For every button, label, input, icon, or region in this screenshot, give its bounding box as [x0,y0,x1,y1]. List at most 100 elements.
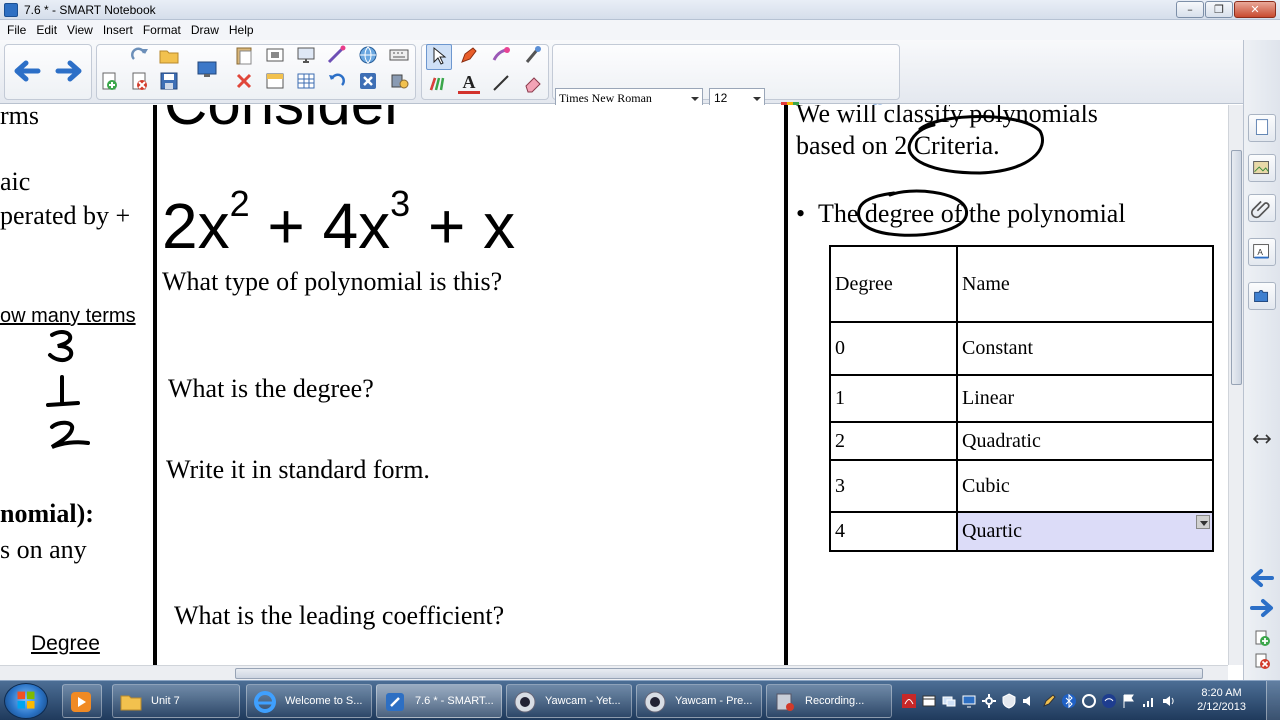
page-sorter-tab[interactable] [1248,114,1276,142]
volume-icon[interactable] [1161,693,1177,709]
menu-edit[interactable]: Edit [31,23,62,37]
s-on-any-fragment: s on any [0,535,87,564]
pen-tool-icon[interactable] [458,44,480,66]
screen-capture-icon[interactable] [264,44,286,66]
eraser-icon[interactable] [522,72,544,94]
next-page-icon[interactable] [1249,598,1275,618]
table-menu-handle[interactable] [1196,515,1210,529]
select-tool-button[interactable] [426,44,452,70]
redo-icon[interactable] [128,44,150,66]
flag-icon[interactable] [1121,693,1137,709]
addons-tab[interactable] [1248,282,1276,310]
consider-heading: Consider [164,105,404,138]
screen-shade-toggle-icon[interactable] [264,70,286,92]
notebook-page-canvas[interactable]: rms aic perated by + ow many terms nomia… [0,105,1228,665]
degree-name-table[interactable]: Degree Name 0 Constant 1 Linear 2 Quadra… [829,245,1214,552]
network-icon[interactable] [941,693,957,709]
delete-icon[interactable] [233,70,255,92]
menu-file[interactable]: File [2,23,31,37]
edit-icon[interactable] [1041,693,1057,709]
security-icon[interactable] [1001,693,1017,709]
settings-icon[interactable] [981,693,997,709]
previous-page-icon[interactable] [1249,568,1275,588]
degree-link[interactable]: Degree [31,632,100,656]
table-row-selected[interactable]: 4 Quartic [829,511,1214,552]
expand-panel-icon[interactable] [1253,432,1271,446]
question-degree: What is the degree? [168,374,374,403]
circle-icon[interactable] [1081,693,1097,709]
paste-icon[interactable] [233,44,255,66]
taskbar-label: Unit 7 [151,695,180,707]
close-button[interactable]: ✕ [1234,1,1276,18]
bluetooth-icon[interactable] [1061,693,1077,709]
polynomial-fragment: nomial): [0,499,94,528]
media-player-taskbar-button[interactable] [62,684,102,718]
line-tool-icon[interactable] [490,72,512,94]
next-page-icon[interactable] [54,58,84,84]
text-tool-icon[interactable]: A [458,72,480,94]
wireless-icon[interactable] [1101,693,1117,709]
taskbar-item-smart-notebook[interactable]: 7.6 * - SMART... [376,684,502,718]
taskbar-item-recording[interactable]: Recording... [766,684,892,718]
media-player-icon [71,692,91,712]
menu-help[interactable]: Help [224,23,259,37]
taskbar-item-yawcam-1[interactable]: Yawcam - Yet... [506,684,632,718]
insert-table-icon[interactable] [295,70,317,92]
handwritten-answers [46,330,90,449]
menu-draw[interactable]: Draw [186,23,224,37]
add-page-icon[interactable] [98,70,120,92]
menu-view[interactable]: View [62,23,98,37]
show-desktop-button[interactable] [1266,681,1280,720]
taskbar-item-unit7[interactable]: Unit 7 [112,684,240,718]
properties-tab[interactable]: A [1248,238,1276,266]
taskbar-item-yawcam-2[interactable]: Yawcam - Pre... [636,684,762,718]
taskbar-label: Yawcam - Yet... [545,695,621,707]
windows-logo-icon [17,691,35,709]
display-icon[interactable] [295,44,317,66]
vertical-scrollbar[interactable] [1228,105,1243,665]
windows-taskbar: Unit 7 Welcome to S... 7.6 * - SMART... … [0,680,1280,720]
name-cell-selected[interactable]: Quartic [956,511,1214,552]
attachments-tab[interactable] [1248,194,1276,222]
keyboard-icon[interactable] [388,44,410,66]
window-icon[interactable] [921,693,937,709]
taskbar-item-browser[interactable]: Welcome to S... [246,684,372,718]
screen-shade-icon[interactable] [196,58,218,80]
delete-page-icon[interactable] [1253,652,1271,670]
tools-icon[interactable] [388,70,410,92]
speaker-icon[interactable] [1021,693,1037,709]
open-folder-icon[interactable] [158,44,180,66]
add-page-icon[interactable] [1253,629,1271,647]
gallery-tab[interactable] [1248,154,1276,182]
globe-icon[interactable] [357,44,379,66]
save-icon[interactable] [158,70,180,92]
horizontal-scroll-thumb[interactable] [235,668,1203,679]
previous-page-icon[interactable] [12,58,42,84]
start-button[interactable] [4,683,48,719]
font-family-value: Times New Roman [559,91,652,105]
restore-button[interactable]: ❐ [1205,1,1233,18]
close-document-icon[interactable] [357,70,379,92]
undo-icon[interactable] [326,70,348,92]
pdf-icon[interactable] [901,693,917,709]
monitor-icon[interactable] [961,693,977,709]
menu-format[interactable]: Format [138,23,186,37]
signal-icon[interactable] [1141,693,1157,709]
smart-notebook-icon [386,693,404,711]
font-size-value: 12 [714,91,728,105]
algebraic-fragment: aic [0,167,31,196]
clock-date: 2/12/2013 [1197,701,1246,713]
system-clock[interactable]: 8:20 AM 2/12/2013 [1197,686,1246,714]
minimize-button[interactable]: – [1176,1,1204,18]
menu-insert[interactable]: Insert [98,23,138,37]
window-controls: – ❐ ✕ [1176,1,1276,18]
magic-pen-icon[interactable] [326,44,348,66]
creative-pen-icon[interactable] [490,44,512,66]
highlighter-icon[interactable] [426,72,448,94]
terms-fragment: rms [0,105,39,130]
delete-page-icon[interactable] [128,70,150,92]
vertical-scroll-thumb[interactable] [1231,150,1242,385]
magic-wand-icon[interactable] [522,44,544,66]
horizontal-scrollbar[interactable] [0,665,1228,680]
internet-explorer-icon [254,691,276,713]
